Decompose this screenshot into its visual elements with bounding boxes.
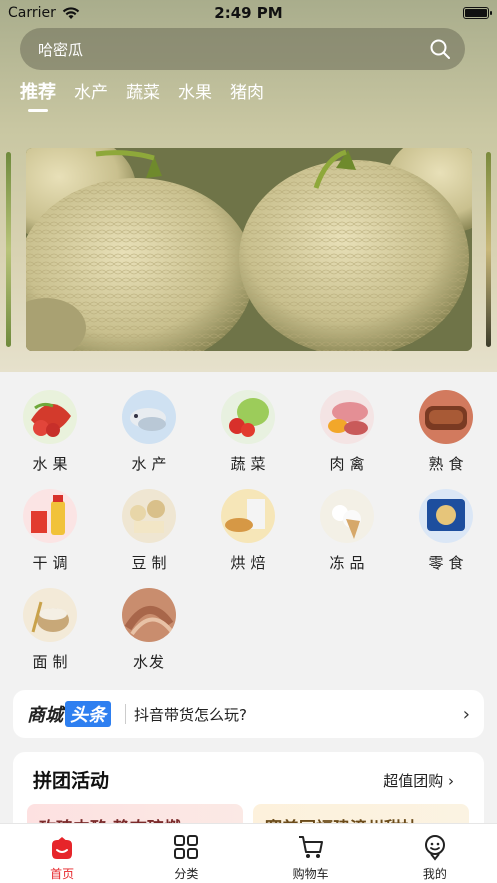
tab-label: 购物车	[292, 867, 329, 881]
seasoning-icon	[23, 489, 77, 543]
grid-label: 冻品	[329, 554, 370, 572]
deli-icon	[419, 390, 473, 444]
grid-item-frozen[interactable]: 冻品	[307, 489, 387, 573]
grid-item-soaked[interactable]: 水发	[109, 588, 189, 672]
grid-label: 蔬菜	[230, 455, 271, 473]
logo-part-mall: 商城	[27, 705, 63, 726]
tab-label: 分类	[174, 867, 199, 881]
banner-prev-peek[interactable]	[6, 152, 11, 347]
tab-recommend[interactable]: 推荐	[20, 78, 56, 112]
carrier-label: Carrier	[8, 5, 56, 21]
bean-icon	[122, 489, 176, 543]
grid-item-fruit[interactable]: 水果	[10, 390, 90, 474]
wifi-icon	[62, 6, 80, 19]
grid-item-meat[interactable]: 肉禽	[307, 390, 387, 474]
soaked-icon	[122, 588, 176, 642]
tab-vegetables[interactable]: 蔬菜	[126, 78, 160, 104]
group-buy-more-link[interactable]: 超值团购 ›	[383, 770, 454, 791]
category-icon	[174, 835, 199, 859]
grid-label: 面制	[32, 653, 73, 671]
fruit-icon	[23, 390, 77, 444]
grid-item-vegetable[interactable]: 蔬菜	[208, 390, 288, 474]
home-icon	[52, 837, 73, 859]
search-icon[interactable]	[429, 38, 451, 60]
grid-label: 零食	[428, 554, 469, 572]
tab-cart[interactable]: 购物车	[249, 824, 373, 883]
hero-header: Carrier 2:49 PM 哈密瓜 推荐 水产 蔬菜 水果 猪肉	[0, 0, 497, 372]
headline-text[interactable]: 抖音带货怎么玩?	[134, 704, 463, 725]
chevron-right-icon: ›	[448, 772, 454, 790]
snack-icon	[419, 489, 473, 543]
grid-label: 水果	[32, 455, 73, 473]
flour-icon	[23, 588, 77, 642]
tab-pork[interactable]: 猪肉	[230, 78, 264, 104]
mall-headline-bar[interactable]: 商城 头条 抖音带货怎么玩? ›	[13, 690, 484, 738]
banner-next-peek[interactable]	[486, 152, 491, 347]
grid-item-deli[interactable]: 熟食	[406, 390, 486, 474]
grid-item-bakery[interactable]: 烘焙	[208, 489, 288, 573]
grid-item-seafood[interactable]: 水产	[109, 390, 189, 474]
vegetable-icon	[221, 390, 275, 444]
melon-banner-image	[26, 148, 472, 351]
battery-icon	[463, 7, 492, 19]
profile-icon	[424, 835, 445, 861]
status-bar: Carrier 2:49 PM	[0, 0, 497, 26]
grid-item-flour[interactable]: 面制	[10, 588, 90, 672]
more-label: 超值团购	[383, 772, 444, 790]
bottom-tab-bar: 首页 分类 购物车 我的	[0, 823, 497, 883]
tab-fruits[interactable]: 水果	[178, 78, 212, 104]
category-tabs: 推荐 水产 蔬菜 水果 猪肉	[20, 78, 264, 112]
grid-label: 熟食	[428, 455, 469, 473]
grid-item-bean[interactable]: 豆制	[109, 489, 189, 573]
tab-seafood[interactable]: 水产	[74, 78, 108, 104]
grid-label: 水发	[132, 653, 165, 671]
search-input[interactable]: 哈密瓜	[38, 39, 429, 60]
chevron-right-icon[interactable]: ›	[463, 704, 470, 725]
grid-label: 烘焙	[230, 554, 271, 572]
banner-carousel[interactable]	[26, 148, 472, 351]
grid-label: 干调	[32, 554, 73, 572]
tab-home[interactable]: 首页	[0, 824, 124, 883]
grid-label: 豆制	[131, 554, 172, 572]
grid-item-snack[interactable]: 零食	[406, 489, 486, 573]
tab-profile[interactable]: 我的	[373, 824, 497, 883]
tab-category[interactable]: 分类	[124, 824, 248, 883]
grid-label: 肉禽	[329, 455, 370, 473]
grid-label: 水产	[131, 455, 172, 473]
bakery-icon	[221, 489, 275, 543]
tab-label: 首页	[50, 867, 75, 881]
search-bar[interactable]: 哈密瓜	[20, 28, 465, 70]
seafood-icon	[122, 390, 176, 444]
grid-item-seasoning[interactable]: 干调	[10, 489, 90, 573]
tab-label: 我的	[422, 867, 447, 881]
logo-part-headline: 头条	[65, 701, 111, 727]
divider	[125, 704, 126, 724]
cart-icon	[298, 836, 323, 858]
section-title: 拼团活动	[33, 770, 110, 792]
mall-headline-logo: 商城 头条	[27, 701, 111, 727]
frozen-icon	[320, 489, 374, 543]
meat-icon	[320, 390, 374, 444]
